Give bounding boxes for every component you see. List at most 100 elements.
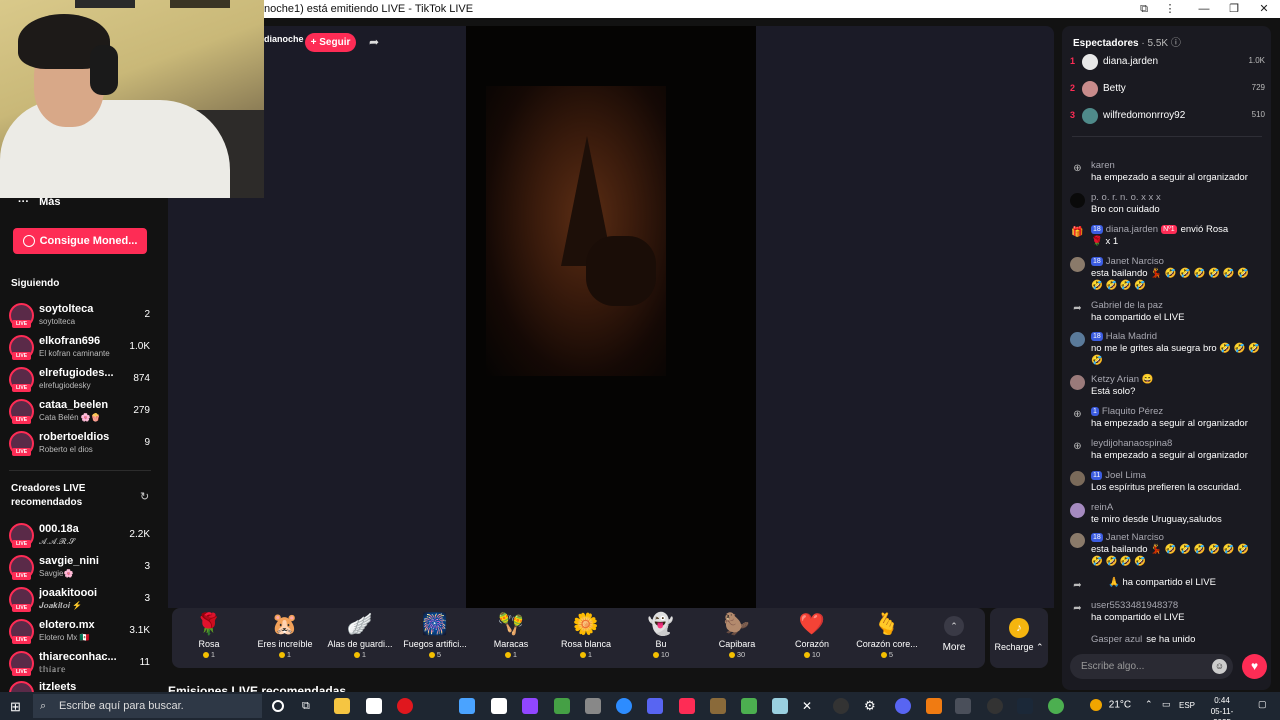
app-icon[interactable] xyxy=(585,698,601,714)
chat-user[interactable]: 11 Joel Lima xyxy=(1091,470,1146,482)
chat-user[interactable]: 18 diana.jarden Nº1 envió Rosa xyxy=(1091,224,1228,236)
minecraft-icon[interactable] xyxy=(741,698,757,714)
gift-item[interactable]: 🦫 Capibara 30 xyxy=(699,612,775,664)
clock[interactable]: 0:44 05-11-2025 xyxy=(1202,695,1242,720)
gift-item[interactable]: ❤️ Corazón 10 xyxy=(774,612,850,664)
gift-icon: 🎁 xyxy=(1071,227,1084,238)
notepad-icon[interactable] xyxy=(366,698,382,714)
streamer-name[interactable]: dianoche xyxy=(264,34,304,44)
following-sub: soytolteca xyxy=(39,317,76,326)
top-viewer-row[interactable]: 1 diana.jarden 1.0K xyxy=(1070,52,1265,72)
chat-user[interactable]: 18 Janet Narciso xyxy=(1091,256,1164,268)
chat-user[interactable]: karen xyxy=(1091,160,1115,172)
app-icon[interactable] xyxy=(710,698,726,714)
recharge-button[interactable]: ♪ Recharge ⌃ xyxy=(990,608,1048,668)
viewers-header[interactable]: Espectadores · 5.5K ⓘ xyxy=(1073,34,1181,49)
chat-input[interactable]: Escribe algo... xyxy=(1070,654,1233,679)
chat-user[interactable]: 18 Janet Narciso xyxy=(1091,532,1164,544)
chat-user[interactable]: 1 Flaquito Pérez xyxy=(1091,406,1163,418)
taskbar-search[interactable]: ⌕ Escribe aquí para buscar. xyxy=(33,694,262,718)
recommended-item[interactable]: LIVE 000.18a 𝓐.𝓐.𝓡.𝓢 2.2K xyxy=(9,520,154,550)
gift-item[interactable]: 👻 Bu 10 xyxy=(623,612,699,664)
app-icon[interactable] xyxy=(926,698,942,714)
following-item[interactable]: LIVE elkofran696 El kofran caminante 1.0… xyxy=(9,332,154,362)
opera-icon[interactable] xyxy=(397,698,413,714)
coin-icon xyxy=(353,652,360,659)
chat-user[interactable]: leydijohanaospina8 xyxy=(1091,438,1172,450)
gift-item[interactable]: 🌹 Rosa 1 xyxy=(171,612,247,664)
gift-action: envió Rosa xyxy=(1180,224,1229,235)
gift-item[interactable]: 🪽 Alas de guardi... 1 xyxy=(322,612,398,664)
settings-gear-icon[interactable]: ⚙ xyxy=(864,698,880,714)
cortana-icon[interactable] xyxy=(272,700,284,712)
refresh-icon[interactable]: ↻ xyxy=(140,490,149,503)
more-gifts-button[interactable]: ⌃ More xyxy=(934,616,974,653)
app-icon[interactable] xyxy=(554,698,570,714)
live-video[interactable] xyxy=(466,26,756,608)
zoom-icon[interactable] xyxy=(616,698,632,714)
network-icon[interactable]: ▭ xyxy=(1162,699,1171,710)
top-viewer-row[interactable]: 3 wilfredomonrroy92 510 xyxy=(1070,106,1265,126)
file-icon[interactable] xyxy=(491,698,507,714)
steam-icon[interactable] xyxy=(1017,698,1033,714)
recommended-item[interactable]: LIVE joaakitoooi 𝑱𝒐𝒂𝒌𝒊𝒕𝒐𝒊 ⚡ 3 xyxy=(9,584,154,614)
notifications-icon[interactable]: ▢ xyxy=(1258,699,1267,710)
windows-start-icon[interactable]: ⊞ xyxy=(10,699,25,714)
recommended-item[interactable]: LIVE elotero.mx Elotero Mx 🇲🇽 3.1K xyxy=(9,616,154,646)
file-explorer-icon[interactable] xyxy=(334,698,350,714)
chrome-icon[interactable] xyxy=(1048,698,1064,714)
chat-user[interactable]: 18 Hala Madrid xyxy=(1091,331,1157,343)
extensions-icon[interactable]: ⧉ xyxy=(1134,1,1154,17)
app-icon[interactable] xyxy=(987,698,1003,714)
chat-user[interactable]: user5533481948378 xyxy=(1091,600,1178,612)
tiktok-live-studio-icon[interactable] xyxy=(955,698,971,714)
chat-user[interactable]: Gasper azul se ha unido xyxy=(1091,634,1195,646)
tiktok-icon[interactable] xyxy=(679,698,695,714)
twitch-icon[interactable] xyxy=(522,698,538,714)
following-item[interactable]: LIVE cataa_beelen Cata Belén 🌸🍿 279 xyxy=(9,396,154,426)
following-name: elrefugiodes... xyxy=(39,367,114,379)
gift-item[interactable]: 🌼 Rosa blanca 1 xyxy=(548,612,624,664)
recommended-item[interactable]: itzleets xyxy=(9,678,154,692)
level-badge: 18 xyxy=(1091,256,1103,266)
app-icon[interactable] xyxy=(772,698,788,714)
chat-user[interactable]: Ketzy Arian 😄 xyxy=(1091,374,1154,386)
search-icon: ⌕ xyxy=(40,700,47,712)
copilot-icon[interactable] xyxy=(459,698,475,714)
recommended-item[interactable]: LIVE thiareconhac... 𝕥𝕙𝕚𝕒𝕣𝕖 11 xyxy=(9,648,154,678)
share-icon[interactable]: ➦ xyxy=(369,35,379,49)
restore-icon[interactable]: ❐ xyxy=(1224,1,1244,17)
get-coins-button[interactable]: Consigue Moned... xyxy=(13,228,147,254)
follow-button[interactable]: + Seguir xyxy=(305,33,356,52)
weather-widget[interactable]: 21°C xyxy=(1090,699,1131,711)
obs-icon[interactable] xyxy=(833,698,849,714)
info-icon[interactable]: ⓘ xyxy=(1171,38,1181,49)
close-icon[interactable]: ✕ xyxy=(1254,1,1274,17)
live-badge: LIVE xyxy=(12,668,31,676)
chat-user[interactable]: reinA xyxy=(1091,502,1113,514)
app-icon[interactable] xyxy=(647,698,663,714)
minimize-icon[interactable]: — xyxy=(1194,1,1214,17)
chat-user[interactable]: Gabriel de la paz xyxy=(1091,300,1163,312)
viewer-name: wilfredomonrroy92 xyxy=(1103,110,1186,121)
following-item[interactable]: LIVE soytolteca soytolteca 2 xyxy=(9,300,154,330)
app-icon[interactable]: ✕ xyxy=(802,698,818,714)
recommended-item[interactable]: LIVE savgie_nini Savgie🌸 3 xyxy=(9,552,154,582)
following-item[interactable]: LIVE elrefugiodes... elrefugiodesky 874 xyxy=(9,364,154,394)
chat-user[interactable]: p. o. r. n. o. x x x xyxy=(1091,192,1161,204)
emoji-icon[interactable]: ☺ xyxy=(1212,659,1227,674)
gift-item[interactable]: 🎆 Fuegos artifici... 5 xyxy=(397,612,473,664)
menu-icon[interactable]: ⋮ xyxy=(1160,1,1180,17)
language-indicator[interactable]: ESP xyxy=(1179,701,1195,710)
gift-item[interactable]: 🐹 Eres increíble 1 xyxy=(247,612,323,664)
live-badge: LIVE xyxy=(12,448,31,456)
top-viewer-row[interactable]: 2 Betty 729 xyxy=(1070,79,1265,99)
task-view-icon[interactable]: ⧉ xyxy=(302,698,318,714)
like-heart-icon[interactable]: ♥ xyxy=(1242,654,1267,679)
following-item[interactable]: LIVE robertoeldios Roberto el dios 9 xyxy=(9,428,154,458)
gift-item[interactable]: 🪇 Maracas 1 xyxy=(473,612,549,664)
discord-icon[interactable] xyxy=(895,698,911,714)
chevron-up-icon[interactable]: ⌃ xyxy=(1145,699,1153,710)
gift-item[interactable]: 🫰 Corazón core... 5 xyxy=(849,612,925,664)
chat-text: esta bailando 💃 🤣 🤣 🤣 🤣 🤣 🤣 🤣 🤣 🤣 🤣 xyxy=(1091,268,1249,291)
